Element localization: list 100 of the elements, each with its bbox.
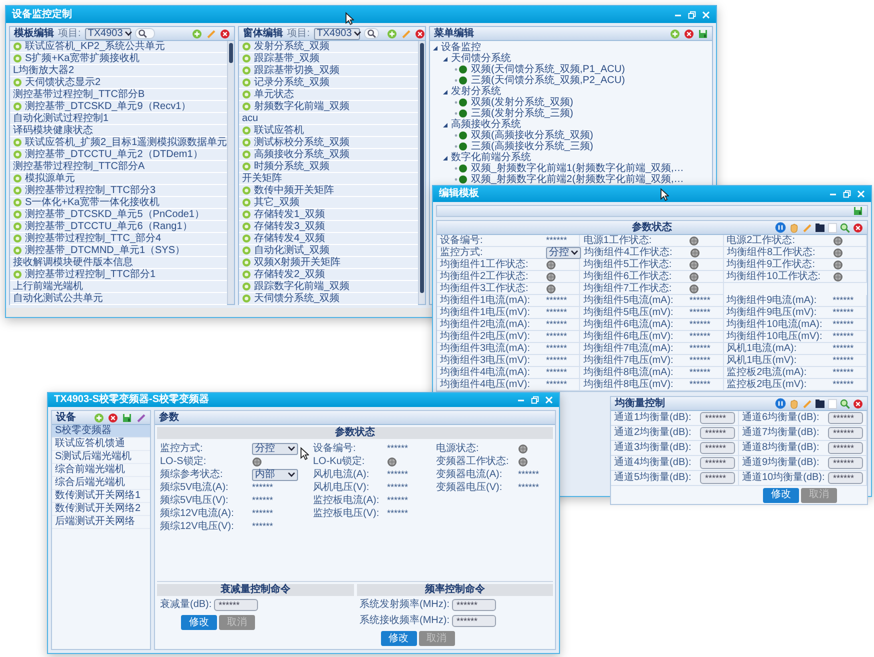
list-item[interactable]: 发射分系统_双频 bbox=[239, 41, 418, 53]
list-item[interactable]: 自动化测试过程控制1 bbox=[10, 113, 227, 125]
folder-icon[interactable] bbox=[815, 398, 825, 408]
list-item[interactable]: 测控基带_DTCSKD_单元5（PnCode1） bbox=[10, 209, 227, 221]
close-icon[interactable] bbox=[545, 396, 553, 404]
tree-item[interactable]: 高频接收分系统 bbox=[430, 119, 712, 130]
input-field[interactable]: ****** bbox=[214, 599, 258, 611]
tree-item[interactable]: 设备监控 bbox=[430, 42, 712, 53]
input-field[interactable]: ****** bbox=[452, 615, 496, 627]
expand-icon[interactable] bbox=[442, 122, 448, 128]
search-field[interactable] bbox=[134, 28, 155, 39]
delete-icon[interactable] bbox=[108, 412, 118, 422]
zoom-in-icon[interactable] bbox=[840, 222, 850, 232]
input-field[interactable]: ****** bbox=[700, 412, 735, 424]
action-button[interactable]: 修改 bbox=[380, 631, 416, 646]
input-field[interactable]: ****** bbox=[828, 412, 863, 424]
action-button[interactable]: 修改 bbox=[181, 615, 217, 630]
list-item[interactable]: 译码模块健康状态 bbox=[10, 125, 227, 137]
list-item[interactable]: 测控基带过程控制_TTC部分A bbox=[10, 161, 227, 173]
restore-icon[interactable] bbox=[843, 190, 851, 198]
device-list-item[interactable]: S校零变频器 bbox=[52, 425, 150, 438]
list-item[interactable]: 测控基带过程控制_TTC部分B bbox=[10, 89, 227, 101]
list-item[interactable]: 联试应答机_扩频2_目标1遥测模拟源数据单元 bbox=[10, 137, 227, 149]
tree-item[interactable]: 双频(天伺馈分系统_双频,P1_ACU) bbox=[430, 64, 712, 75]
select-field[interactable]: TX4903 bbox=[84, 28, 131, 40]
save-icon[interactable] bbox=[853, 206, 863, 216]
list-item[interactable]: acu bbox=[239, 113, 418, 125]
list-item[interactable]: 天伺馈分系统_双频 bbox=[239, 293, 418, 305]
zoom-in-icon[interactable] bbox=[840, 398, 850, 408]
device-list-item[interactable]: 联试应答机馈通 bbox=[52, 438, 150, 451]
device-list-item[interactable]: 数传测试开关网络1 bbox=[52, 490, 150, 503]
device-list-item[interactable]: 综合后端光端机 bbox=[52, 477, 150, 490]
delete-icon[interactable] bbox=[414, 28, 425, 38]
list-item[interactable]: 射频数字化前端_双频 bbox=[239, 101, 418, 113]
close-icon[interactable] bbox=[857, 190, 865, 198]
search-icon[interactable] bbox=[366, 29, 376, 38]
list-item[interactable]: 存储转发1_双频 bbox=[239, 209, 418, 221]
tree-item[interactable]: 三频(高频接收分系统_三频) bbox=[430, 141, 712, 152]
list-item[interactable]: 测控基带_DTCCTU_单元2（DTDem1） bbox=[10, 149, 227, 161]
expand-icon[interactable] bbox=[442, 154, 448, 160]
list-item[interactable]: 高频接收分系统_双频 bbox=[239, 149, 418, 161]
tree-item[interactable]: 双频_射频数字化前端2(射频数字化前端_双频,… bbox=[430, 174, 712, 185]
list-item[interactable]: 接收解调模块硬件版本信息 bbox=[10, 257, 227, 269]
input-field[interactable]: ****** bbox=[828, 472, 863, 484]
scrollbar[interactable] bbox=[418, 41, 425, 304]
pencil-icon[interactable] bbox=[136, 412, 146, 422]
input-field[interactable]: ****** bbox=[700, 427, 735, 439]
list-item[interactable]: 模拟源单元 bbox=[10, 173, 227, 185]
scrollbar[interactable] bbox=[227, 41, 234, 304]
list-item[interactable]: 数传中频开关矩阵 bbox=[239, 185, 418, 197]
list-item[interactable]: 其它_双频 bbox=[239, 197, 418, 209]
list-item[interactable]: 联试应答机 bbox=[239, 125, 418, 137]
list-item[interactable]: 测控基带过程控制_TTC_部分4 bbox=[10, 233, 227, 245]
list-item[interactable]: S一体化+Ka宽带一体化接收机 bbox=[10, 197, 227, 209]
input-field[interactable]: ****** bbox=[700, 472, 735, 484]
expand-icon[interactable] bbox=[442, 56, 448, 62]
hand-icon[interactable] bbox=[789, 222, 799, 232]
delete-icon[interactable] bbox=[220, 28, 230, 38]
input-field[interactable]: ****** bbox=[828, 457, 863, 469]
list-item[interactable]: 双频X射频开关矩阵 bbox=[239, 257, 418, 269]
search-field[interactable] bbox=[364, 28, 379, 39]
expand-icon[interactable] bbox=[442, 88, 448, 94]
tree-item[interactable]: 数字化前端分系统 bbox=[430, 152, 712, 163]
restore-icon[interactable] bbox=[688, 10, 696, 18]
list-item[interactable]: 跟踪基带_双频 bbox=[239, 53, 418, 65]
list-item[interactable]: 测控基带过程控制_TTC部分3 bbox=[10, 185, 227, 197]
list-item[interactable]: 天伺馈状态显示2 bbox=[10, 77, 227, 89]
select-field[interactable]: 分控 bbox=[252, 442, 298, 454]
delete-icon[interactable] bbox=[853, 398, 863, 408]
list-item[interactable]: 开关矩阵 bbox=[239, 173, 418, 185]
select-field[interactable]: TX4903 bbox=[314, 28, 360, 40]
list-item[interactable]: 存储转发3_双频 bbox=[239, 221, 418, 233]
tree-item[interactable]: 天伺馈分系统 bbox=[430, 53, 712, 64]
list-item[interactable]: 自动化测试_双频 bbox=[239, 245, 418, 257]
list-item[interactable]: 上行前端光端机 bbox=[10, 281, 227, 293]
list-item[interactable]: 跟踪基带切换_双频 bbox=[239, 65, 418, 77]
tree-item[interactable]: 三频(发射分系统_三频) bbox=[430, 108, 712, 119]
input-field[interactable]: ****** bbox=[828, 427, 863, 439]
save-icon[interactable] bbox=[122, 412, 132, 422]
pause-icon[interactable] bbox=[775, 222, 786, 233]
list-item[interactable]: 测控基带过程控制_TTC部分1 bbox=[10, 269, 227, 281]
tree-item[interactable]: 双频(高频接收分系统_双频) bbox=[430, 130, 712, 141]
list-item[interactable]: S扩频+Ka宽带扩频接收机 bbox=[10, 53, 227, 65]
list-item[interactable]: 跟踪数字化前端_双频 bbox=[239, 281, 418, 293]
list-item[interactable]: 记录分系统_双频 bbox=[239, 77, 418, 89]
input-field[interactable]: ****** bbox=[700, 442, 735, 454]
expand-icon[interactable] bbox=[432, 44, 438, 50]
restore-icon[interactable] bbox=[531, 396, 539, 404]
close-icon[interactable] bbox=[702, 10, 710, 18]
save-icon[interactable] bbox=[698, 28, 708, 38]
list-item[interactable]: 联试应答机_KP2_系统公共单元 bbox=[10, 41, 227, 53]
delete-icon[interactable] bbox=[853, 222, 863, 232]
search-icon[interactable] bbox=[138, 29, 147, 38]
device-list-item[interactable]: S测试后端光端机 bbox=[52, 451, 150, 464]
delete-icon[interactable] bbox=[684, 28, 694, 38]
select-field[interactable]: 分控 bbox=[546, 246, 581, 258]
tree-item[interactable]: 双频_射频数字化前端1(射频数字化前端_双频,… bbox=[430, 163, 712, 174]
list-item[interactable]: 存储转发4_双频 bbox=[239, 233, 418, 245]
folder-icon[interactable] bbox=[815, 222, 825, 232]
list-item[interactable]: 测试标校分系统_双频 bbox=[239, 137, 418, 149]
